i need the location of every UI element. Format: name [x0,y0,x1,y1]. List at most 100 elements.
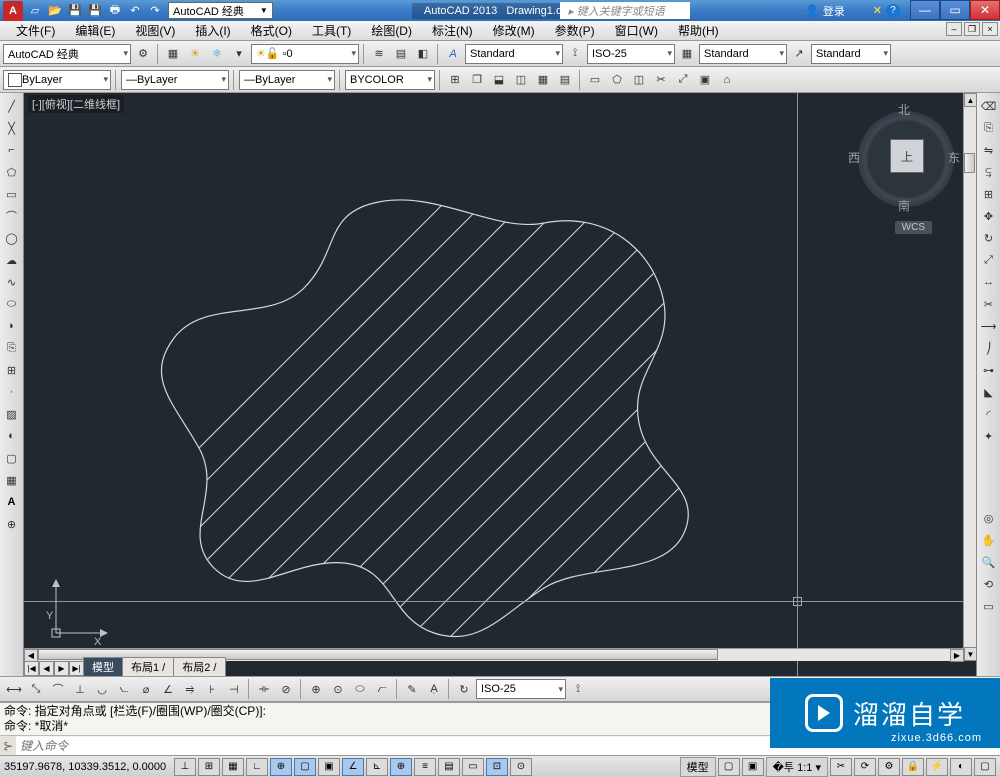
layermatch-icon[interactable]: ▤ [391,44,411,64]
pan-icon[interactable]: ✋ [978,529,1000,551]
menu-view[interactable]: 视图(V) [125,20,185,41]
tab-last-icon[interactable]: ▶| [69,661,84,676]
layer-combo[interactable]: ☀🔓 ▫ 0 [251,44,359,64]
hatch-icon[interactable]: ▨ [1,403,23,425]
layer-freeze-icon[interactable]: ❄ [207,44,227,64]
pline-icon[interactable]: ⌐ [1,139,23,161]
gradient-icon[interactable]: ◐ [1,425,23,447]
dim-ordinate-icon[interactable]: ⊥ [70,679,90,699]
coordinate-display[interactable]: 35197.9678, 10339.3512, 0.0000 [4,761,172,773]
scale-icon[interactable]: ⤢ [978,249,1000,271]
ucs-icon[interactable]: Y X [46,573,116,646]
app-logo[interactable]: A [3,1,23,21]
mtext-icon[interactable]: A [1,491,23,513]
maximize-button[interactable]: ▭ [940,0,970,20]
viewcube-north[interactable]: 北 [898,101,910,118]
mdi-minimize[interactable]: – [946,22,962,36]
dim-baseline-icon[interactable]: ⊦ [202,679,222,699]
close-button[interactable]: ✕ [970,0,1000,20]
fillet-icon[interactable]: ◜ [978,403,1000,425]
mirror-icon[interactable]: ⇋ [978,139,1000,161]
copy-icon[interactable]: ⎘ [978,117,1000,139]
tpy-toggle[interactable]: ▤ [438,758,460,776]
signin-icon[interactable]: 👤 [805,4,819,17]
tab-next-icon[interactable]: ▶ [54,661,69,676]
move-icon[interactable]: ✥ [978,205,1000,227]
mdi-restore[interactable]: ❐ [964,22,980,36]
annoauto-toggle[interactable]: ⟳ [854,758,876,776]
menu-parametric[interactable]: 参数(P) [545,20,605,41]
dimtedit-icon[interactable]: Ạ [424,679,444,699]
viewcube-east[interactable]: 东 [948,149,960,166]
3dosnap-toggle[interactable]: ▣ [318,758,340,776]
annoscale-button[interactable]: �투 1:1 ▾ [766,757,828,777]
joggedlinear-icon[interactable]: ⦧ [372,679,392,699]
scroll-down-icon[interactable]: ▼ [964,647,976,661]
minimize-button[interactable]: — [910,0,940,20]
dimstyle-mgr-icon[interactable]: ⟟ [568,679,588,699]
erase-icon[interactable]: ⌫ [978,95,1000,117]
scroll-up-icon[interactable]: ▲ [964,93,976,107]
saveas-icon[interactable]: 💾 [86,2,104,20]
new-icon[interactable]: ▱ [26,2,44,20]
ducs-toggle[interactable]: ⊾ [366,758,388,776]
orbit-icon[interactable]: ⟲ [978,573,1000,595]
showmotion-icon[interactable]: ▭ [978,595,1000,617]
workspace-switcher[interactable]: AutoCAD 经典 ▼ [168,2,273,19]
help-icon[interactable]: ? [886,4,900,18]
offset-icon[interactable]: ⥹ [978,161,1000,183]
extend-icon[interactable]: ⟶ [978,315,1000,337]
quickview-drawings-icon[interactable]: ▣ [742,758,764,776]
menu-dimension[interactable]: 标注(N) [422,20,483,41]
window-cascade-icon[interactable]: ❐ [467,70,487,90]
dim-linear-icon[interactable]: ⟷ [4,679,24,699]
scroll-thumb-v[interactable] [964,153,975,173]
modelspace-button[interactable]: 模型 [680,757,716,777]
snap-toggle[interactable]: ⊞ [198,758,220,776]
tablestyle-icon[interactable]: ▦ [677,44,697,64]
viewport-object-icon[interactable]: ◫ [629,70,649,90]
dimupdate-icon[interactable]: ↻ [454,679,474,699]
circle-icon[interactable]: ◯ [1,227,23,249]
menu-window[interactable]: 窗口(W) [605,20,668,41]
open-icon[interactable]: 📂 [46,2,64,20]
viewcube-south[interactable]: 南 [898,197,910,214]
array-icon[interactable]: ⊞ [978,183,1000,205]
menu-file[interactable]: 文件(F) [6,20,65,41]
annovis-toggle[interactable]: ✂ [830,758,852,776]
command-handle-icon[interactable]: ⊱ [0,736,16,755]
refclose-icon[interactable]: ⌂ [717,70,737,90]
tab-layout2[interactable]: 布局2 / [173,657,225,676]
navwheel-icon[interactable]: ◎ [978,507,1000,529]
revcloud-icon[interactable]: ☁ [1,249,23,271]
arc-icon[interactable]: ⌒ [1,205,23,227]
layerprev-icon[interactable]: ◧ [413,44,433,64]
menu-insert[interactable]: 插入(I) [185,20,240,41]
grid-toggle[interactable]: ▦ [222,758,244,776]
menu-modify[interactable]: 修改(M) [483,20,545,41]
viewcube-west[interactable]: 西 [848,149,860,166]
dim-quick-icon[interactable]: ⥤ [180,679,200,699]
wcs-badge[interactable]: WCS [895,221,932,234]
polygon-icon[interactable]: ⬠ [1,161,23,183]
ellipsearc-icon[interactable]: ◗ [1,315,23,337]
am-toggle[interactable]: ⊙ [510,758,532,776]
view-cube[interactable]: 北 南 西 东 上 [846,101,966,231]
drawing-canvas[interactable]: [-][俯视][二维线框] [24,93,976,676]
infocenter-search[interactable]: ▸ 键入关键字或短语 [560,2,690,19]
dim-aligned-icon[interactable]: ⤡ [26,679,46,699]
qp-toggle[interactable]: ▭ [462,758,484,776]
refedit-icon[interactable]: ▣ [695,70,715,90]
line-icon[interactable]: ╱ [1,95,23,117]
textstyle-icon[interactable]: A [443,44,463,64]
dimstyle-icon[interactable]: ⟟ [565,44,585,64]
xline-icon[interactable]: ╳ [1,117,23,139]
break-icon[interactable]: ⎠ [978,337,1000,359]
tab-prev-icon[interactable]: ◀ [39,661,54,676]
dimedit-icon[interactable]: ✎ [402,679,422,699]
viewport-clip-icon[interactable]: ✂ [651,70,671,90]
window-tile-icon[interactable]: ⊞ [445,70,465,90]
dimstyle-combo[interactable]: ISO-25 [587,44,675,64]
window-arrange-icon[interactable]: ▦ [533,70,553,90]
dim-angular-icon[interactable]: ∠ [158,679,178,699]
